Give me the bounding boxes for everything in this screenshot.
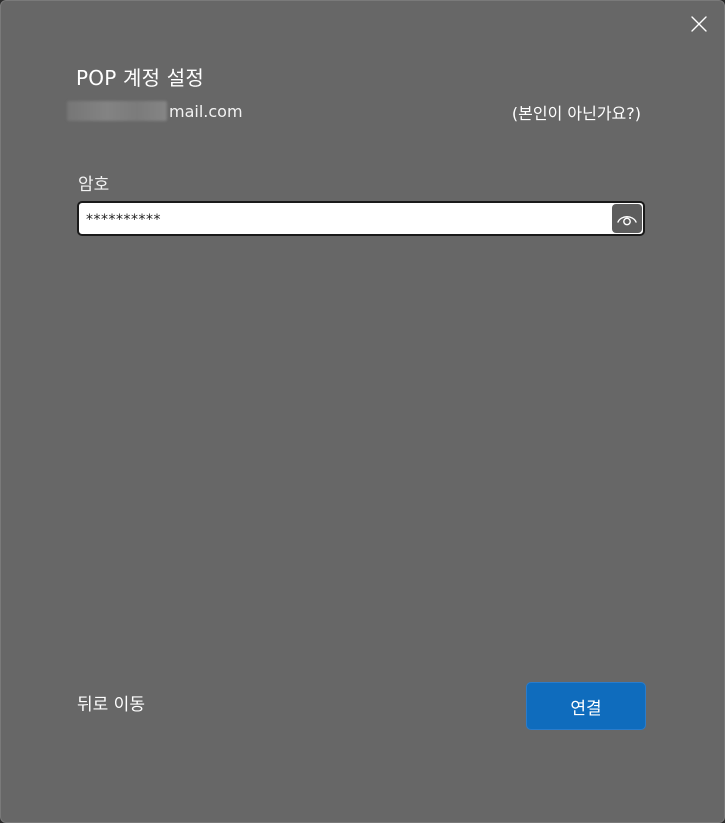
reveal-password-button[interactable] bbox=[612, 204, 642, 233]
pop-account-setup-dialog: POP 계정 설정 mail.com (본인이 아닌가요?) 암호 ******… bbox=[0, 0, 725, 823]
back-button[interactable]: 뒤로 이동 bbox=[77, 690, 145, 715]
not-you-link[interactable]: (본인이 아닌가요?) bbox=[512, 100, 641, 124]
email-domain-text: mail.com bbox=[169, 101, 243, 121]
connect-button[interactable]: 연결 bbox=[526, 682, 646, 730]
close-button[interactable] bbox=[681, 7, 717, 41]
password-input-value[interactable]: ********** bbox=[79, 210, 612, 228]
password-field[interactable]: ********** bbox=[77, 201, 645, 236]
eye-icon bbox=[617, 215, 637, 225]
dialog-title: POP 계정 설정 bbox=[76, 66, 204, 90]
account-email: mail.com bbox=[67, 100, 243, 122]
password-label: 암호 bbox=[78, 175, 110, 195]
redacted-email-prefix bbox=[67, 101, 167, 121]
close-icon bbox=[691, 16, 707, 32]
